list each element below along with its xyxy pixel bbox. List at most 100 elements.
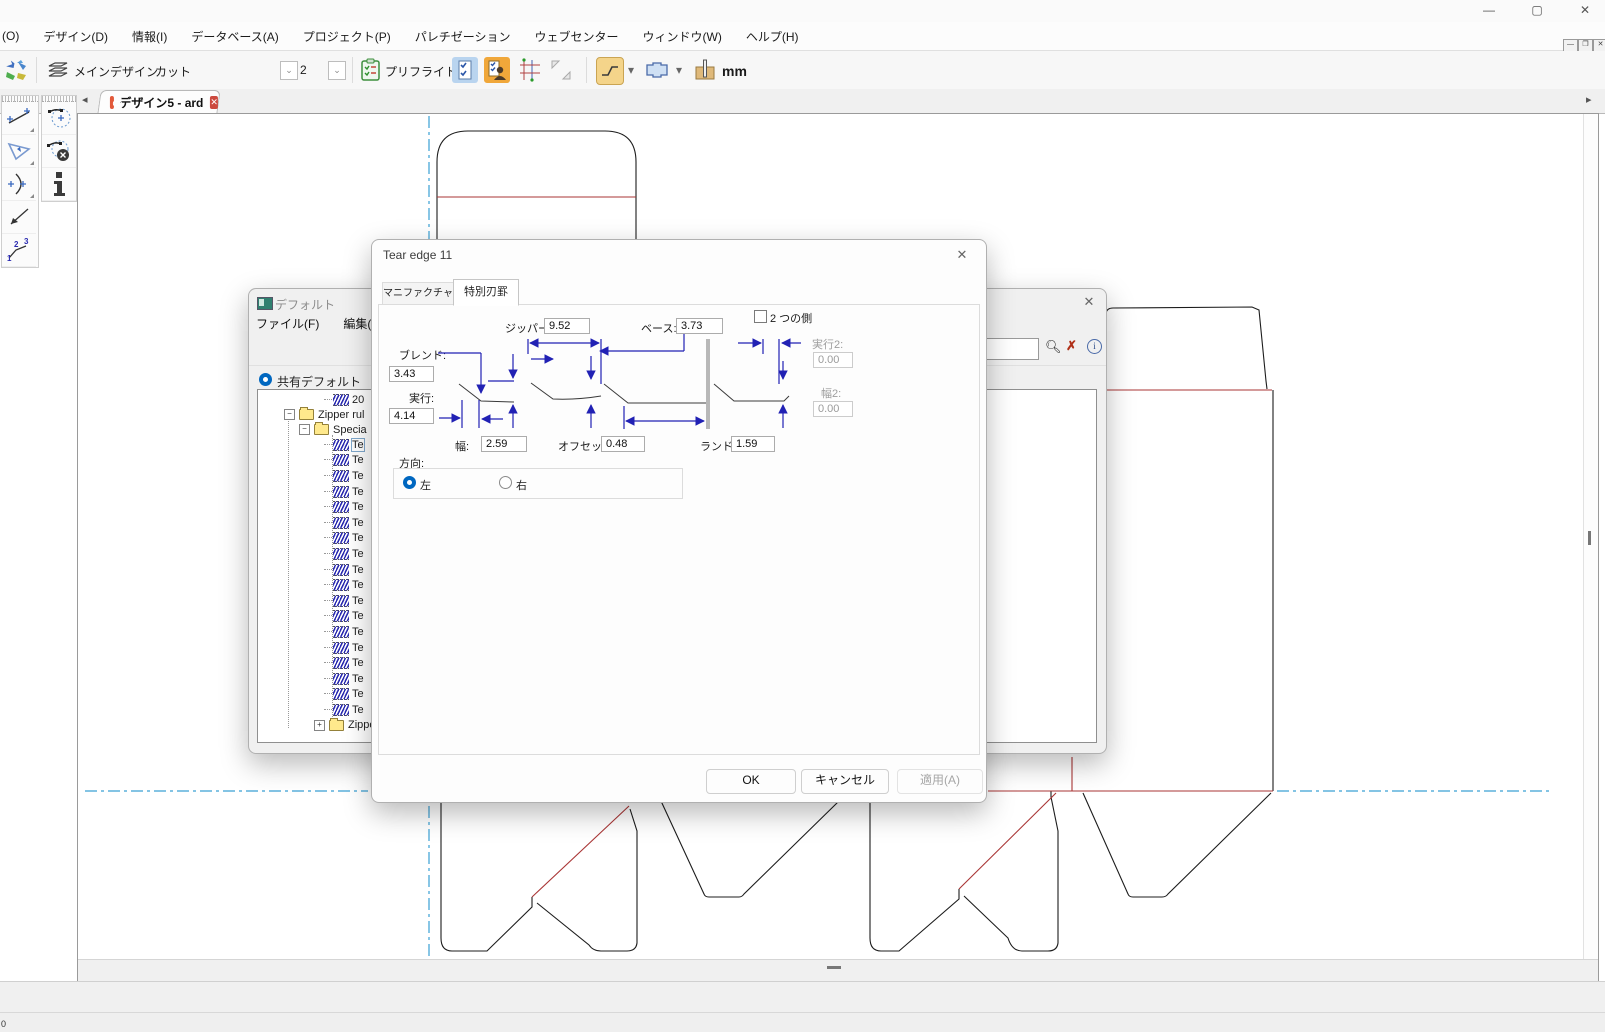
dialog-close-icon[interactable]: ✕ xyxy=(950,247,974,265)
search-icon[interactable]: 🔍︎ xyxy=(1045,339,1062,355)
menu-webcenter[interactable]: ウェブセンター xyxy=(523,28,631,45)
menu-file-partial[interactable]: (O) xyxy=(0,29,31,43)
zipper-input[interactable]: 9.52 xyxy=(544,318,590,334)
tree-item-label: Te xyxy=(352,501,364,513)
width2-input: 0.00 xyxy=(813,401,853,417)
svg-text:2: 2 xyxy=(14,240,19,249)
units-label: mm xyxy=(722,63,747,79)
document-icon xyxy=(110,96,114,109)
bezier-add-icon[interactable] xyxy=(42,102,76,135)
main-design-label[interactable]: メインデザイン xyxy=(74,63,158,80)
zipper-rule-icon xyxy=(333,439,349,451)
run-input[interactable]: 4.14 xyxy=(389,408,434,424)
defaults-close-icon[interactable]: ✕ xyxy=(1077,294,1101,312)
tree-item-label: Te xyxy=(352,642,364,654)
title-bar: — ▢ ✕ xyxy=(0,0,1605,22)
tree-item-label: Te xyxy=(352,595,364,607)
preflight-label[interactable]: プリフライト xyxy=(385,63,457,80)
grid-lines-icon[interactable] xyxy=(517,57,543,83)
tree-item-label: Te xyxy=(352,657,364,669)
tab-close-icon[interactable]: ✕ xyxy=(210,96,218,109)
menu-project[interactable]: プロジェクト(P) xyxy=(291,28,403,45)
line-add-icon[interactable] xyxy=(2,102,36,135)
tree-folder-label: Zipper rul xyxy=(318,409,364,421)
tab-scroll-right-icon[interactable]: ▸ xyxy=(1586,93,1592,106)
blend-label: ブレンド: xyxy=(399,347,446,363)
checklist-blue-icon[interactable] xyxy=(452,57,478,83)
info-icon[interactable]: i xyxy=(1087,339,1102,354)
base-input[interactable]: 3.73 xyxy=(676,318,723,334)
cancel-button[interactable]: キャンセル xyxy=(801,769,889,794)
tree-item-label: Te xyxy=(352,610,364,622)
resize-arrows-icon[interactable] xyxy=(548,57,574,83)
direction-right-radio[interactable] xyxy=(499,476,512,489)
menu-database[interactable]: データベース(A) xyxy=(179,28,290,45)
dialog-title: Tear edge 11 xyxy=(383,248,452,262)
menu-palletization[interactable]: パレチゼーション xyxy=(403,28,523,45)
width-input[interactable]: 2.59 xyxy=(481,436,527,452)
window-close-icon[interactable]: ✕ xyxy=(1568,3,1602,17)
blend-input[interactable]: 3.43 xyxy=(389,366,434,382)
two-sides-checkbox[interactable] xyxy=(754,310,767,323)
base-label: ベース: xyxy=(641,320,677,336)
two-sides-label: 2 つの側 xyxy=(770,310,812,326)
checklist-person-icon[interactable] xyxy=(484,57,510,83)
tree-item-label: Te xyxy=(352,439,364,451)
dropdown-icon[interactable]: ▾ xyxy=(628,63,634,77)
plate-icon[interactable] xyxy=(644,57,670,83)
run-label: 実行: xyxy=(409,390,434,406)
dropdown-icon[interactable]: ⌄ xyxy=(280,61,298,80)
menu-design[interactable]: デザイン(D) xyxy=(31,28,120,45)
triangle-tool-icon[interactable] xyxy=(2,135,36,168)
direction-left-radio[interactable] xyxy=(403,476,416,489)
numbered-points-icon[interactable]: 1 2 3 xyxy=(2,234,36,267)
layers-icon[interactable] xyxy=(46,57,72,83)
tab-scroll-left-icon[interactable]: ◂ xyxy=(82,93,88,106)
run2-label: 実行2: xyxy=(812,336,843,352)
search-input[interactable] xyxy=(979,338,1039,360)
menu-bar: (O) デザイン(D) 情報(I) データベース(A) プロジェクト(P) パレ… xyxy=(0,22,1605,51)
app-window: — ▢ ✕ (O) デザイン(D) 情報(I) データベース(A) プロジェクト… xyxy=(0,0,1605,1032)
canvas-right-strip[interactable] xyxy=(1583,114,1598,981)
dropdown-icon[interactable]: ▾ xyxy=(676,63,682,77)
info-icon[interactable] xyxy=(42,168,76,201)
land-input[interactable]: 1.59 xyxy=(731,436,775,452)
zipper-rule-icon xyxy=(333,610,349,622)
offset-input[interactable]: 0.48 xyxy=(601,436,645,452)
cut-label[interactable]: カット xyxy=(155,63,191,80)
arc-add-icon[interactable] xyxy=(2,168,36,201)
canvas-hscroll-strip[interactable] xyxy=(78,959,1598,981)
measure-arrow-icon[interactable] xyxy=(2,201,36,234)
defaults-title: デフォルト xyxy=(275,296,335,313)
window-maximize-icon[interactable]: ▢ xyxy=(1520,3,1554,17)
run2-input: 0.00 xyxy=(813,352,853,368)
toolbar-separator xyxy=(36,57,37,83)
status-band: 0 xyxy=(0,1012,1605,1032)
expand-icon[interactable]: + xyxy=(314,720,325,731)
tab-manufacturing[interactable]: マニファクチャリング xyxy=(382,282,454,305)
menu-info[interactable]: 情報(I) xyxy=(120,28,179,45)
collapse-icon[interactable]: − xyxy=(299,424,310,435)
tab-special-rule[interactable]: 特別刃罫 xyxy=(453,279,519,306)
bezier-remove-icon[interactable] xyxy=(42,135,76,168)
window-minimize-icon[interactable]: — xyxy=(1472,3,1506,17)
menu-window[interactable]: ウィンドウ(W) xyxy=(631,28,734,45)
defaults-window-icon xyxy=(257,297,273,310)
zigzag-rule-icon[interactable] xyxy=(596,57,624,85)
dropdown-icon[interactable]: ⌄ xyxy=(328,61,346,80)
preflight-clipboard-icon[interactable] xyxy=(358,57,384,83)
tab-design5[interactable]: デザイン5 - ard ✕ xyxy=(97,90,220,114)
ok-button[interactable]: OK xyxy=(706,769,796,794)
apply-button: 適用(A) xyxy=(897,769,983,794)
menu-help[interactable]: ヘルプ(H) xyxy=(734,28,811,45)
clear-icon[interactable]: ✗ xyxy=(1066,338,1077,354)
doc-tab-label: デザイン5 - ard xyxy=(119,94,203,111)
ruler-blade-icon[interactable] xyxy=(692,57,718,83)
collapse-icon[interactable]: − xyxy=(284,409,295,420)
zipper-rule-icon xyxy=(333,657,349,669)
palletization-arrows-icon[interactable] xyxy=(3,57,29,83)
defaults-menu-file[interactable]: ファイル(F) xyxy=(256,315,319,333)
folder-icon xyxy=(329,720,344,731)
shared-defaults-radio[interactable] xyxy=(259,373,272,386)
toolbar-separator xyxy=(352,57,353,83)
